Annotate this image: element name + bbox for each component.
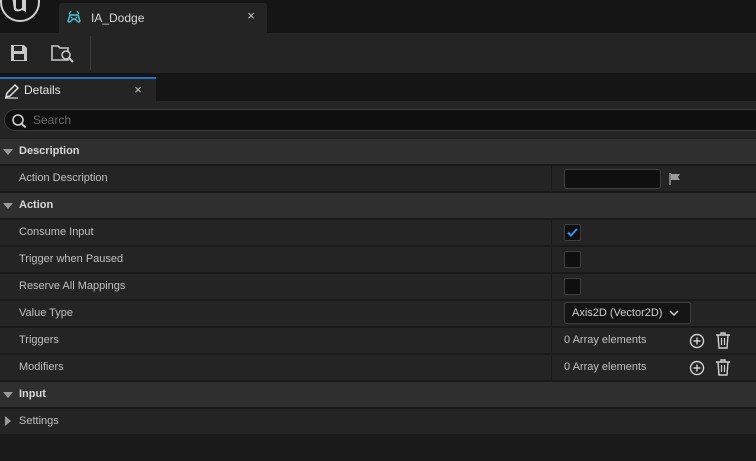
asset-tab-label: IA_Dodge: [91, 11, 145, 25]
reserve-all-mappings-checkbox[interactable]: [564, 278, 581, 295]
panel-tab-strip: Details ×: [0, 73, 756, 101]
toolbar-separator: [90, 36, 91, 70]
action-description-input[interactable]: [564, 169, 661, 189]
category-action[interactable]: Action: [0, 193, 756, 219]
search-input-box[interactable]: [4, 109, 756, 131]
property-row-consume-input: Consume Input: [0, 220, 756, 246]
category-description[interactable]: Description: [0, 139, 756, 165]
property-label: Value Type: [19, 307, 74, 319]
toolbar: [0, 33, 756, 73]
empty-panel-area: [0, 436, 756, 461]
chevron-down-icon: [669, 309, 679, 317]
search-input[interactable]: [33, 113, 333, 127]
expand-arrow-icon[interactable]: [3, 392, 13, 398]
triggers-array-count: 0 Array elements: [564, 334, 647, 346]
close-tab-icon[interactable]: ×: [245, 9, 257, 22]
property-row-reserve-all-mappings: Reserve All Mappings: [0, 274, 756, 300]
close-tab-icon[interactable]: ×: [132, 82, 144, 97]
details-tab[interactable]: Details ×: [0, 77, 156, 101]
consume-input-checkbox[interactable]: [564, 224, 581, 241]
search-area: [0, 101, 756, 139]
property-label: Trigger when Paused: [19, 253, 124, 265]
title-bar: IA_Dodge ×: [0, 0, 756, 33]
column-divider[interactable]: [551, 301, 552, 327]
expand-arrow-icon[interactable]: [3, 203, 13, 209]
category-label: Input: [19, 388, 46, 400]
search-icon: [11, 113, 27, 129]
asset-tab[interactable]: IA_Dodge ×: [59, 3, 267, 33]
input-action-icon: [66, 11, 82, 25]
property-label: Action Description: [19, 172, 108, 184]
category-label: Action: [19, 199, 54, 211]
property-row-triggers: Triggers 0 Array elements: [0, 328, 756, 354]
property-label: Modifiers: [19, 361, 64, 373]
browse-asset-icon[interactable]: [50, 41, 76, 65]
column-divider[interactable]: [551, 247, 552, 273]
value-type-selected: Axis2D (Vector2D): [572, 307, 663, 319]
trash-icon[interactable]: [715, 359, 731, 376]
column-divider[interactable]: [551, 220, 552, 246]
modifiers-array-count: 0 Array elements: [564, 361, 647, 373]
property-label: Settings: [19, 415, 59, 427]
value-type-dropdown[interactable]: Axis2D (Vector2D): [564, 302, 691, 324]
property-row-modifiers: Modifiers 0 Array elements: [0, 355, 756, 381]
column-divider[interactable]: [551, 355, 552, 381]
unreal-logo-icon[interactable]: [0, 0, 42, 24]
property-row-settings[interactable]: Settings: [0, 409, 756, 435]
column-divider[interactable]: [551, 274, 552, 300]
pencil-icon: [4, 83, 20, 99]
add-element-icon[interactable]: [689, 333, 705, 349]
property-row-action-description: Action Description: [0, 166, 756, 192]
property-label: Reserve All Mappings: [19, 280, 126, 292]
property-label: Triggers: [19, 334, 59, 346]
collapsed-arrow-icon[interactable]: [5, 416, 11, 426]
column-divider[interactable]: [551, 328, 552, 354]
property-label: Consume Input: [19, 226, 94, 238]
column-divider[interactable]: [551, 166, 552, 192]
checkmark-icon: [567, 228, 578, 237]
category-input[interactable]: Input: [0, 382, 756, 408]
save-icon[interactable]: [8, 42, 30, 64]
property-row-trigger-when-paused: Trigger when Paused: [0, 247, 756, 273]
details-tab-label: Details: [24, 83, 61, 97]
trigger-when-paused-checkbox[interactable]: [564, 251, 581, 268]
category-label: Description: [19, 145, 80, 157]
add-element-icon[interactable]: [689, 360, 705, 376]
property-row-value-type: Value Type Axis2D (Vector2D): [0, 301, 756, 327]
localization-flag-icon[interactable]: [668, 172, 682, 186]
expand-arrow-icon[interactable]: [3, 149, 13, 155]
trash-icon[interactable]: [715, 332, 731, 349]
